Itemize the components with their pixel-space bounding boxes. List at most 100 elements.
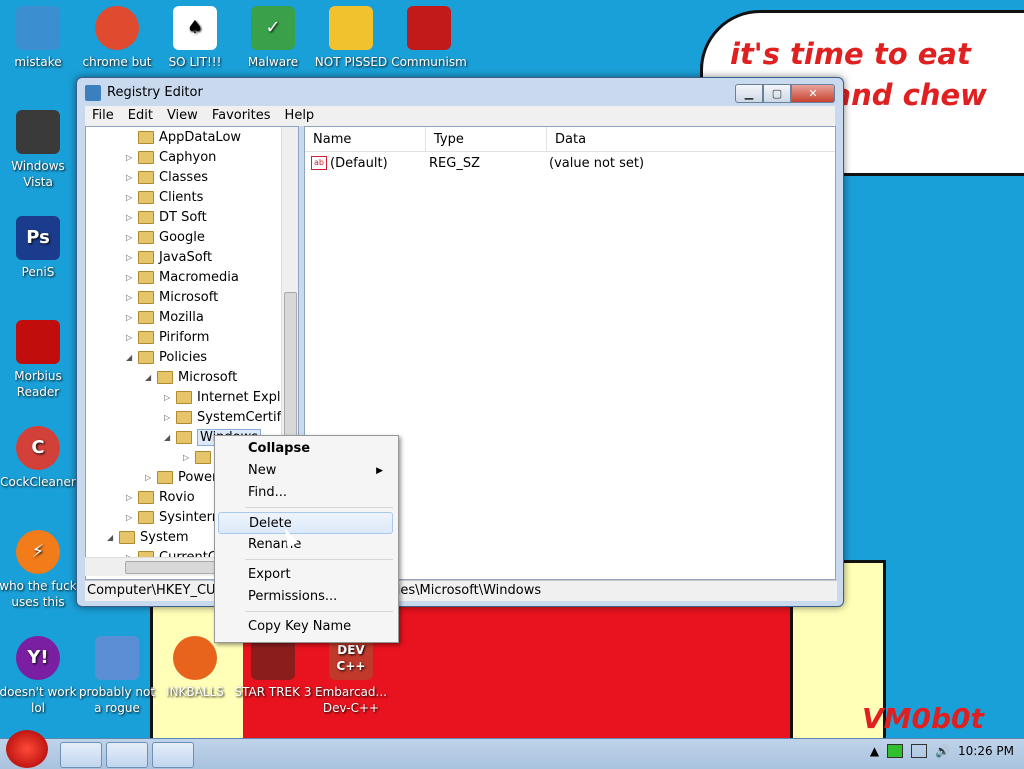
desktop-icon-solitaire[interactable]: ♠ SO LIT!!! [155,6,235,70]
maximize-button[interactable]: ▢ [763,84,791,103]
folder-icon [195,450,211,464]
tree-item[interactable]: ▷ Piriform [126,327,209,347]
tree-item[interactable]: ▷ Clients [126,187,203,207]
tree-item[interactable]: ▷ Classes [126,167,208,187]
shield-icon: ✓ [251,6,295,50]
menu-view[interactable]: View [160,106,205,126]
desktop-icon-star-trek[interactable]: STAR TREK 3 [233,636,313,700]
tree-item[interactable]: ▷ JavaSoft [126,247,212,267]
cleaner-icon: C [16,426,60,470]
menu-bar: File Edit View Favorites Help [85,106,835,126]
start-button[interactable] [6,730,48,768]
taskbar-button-app[interactable] [106,742,148,768]
desktop-icon-reader[interactable]: Morbius Reader [0,320,78,400]
cards-icon: ♠ [173,6,217,50]
tree-item[interactable]: ▷ Internet Explore [164,387,298,407]
menu-item-find[interactable]: Find... [218,482,393,504]
column-name[interactable]: Name [305,127,426,151]
tree-item[interactable]: ▷ Google [126,227,205,247]
folder-icon [138,490,154,504]
tree-item[interactable]: ▷ Power [145,467,217,487]
folder-icon [138,330,154,344]
desktop-icon-communism[interactable]: Communism [389,6,469,70]
desktop-icon-cleaner[interactable]: C CockCleaner [0,426,78,490]
tree-item[interactable]: ▷ Mozilla [126,307,204,327]
wallpaper-watermark: VM0b0t [862,702,984,735]
desktop-icon-recycle-bin[interactable]: Windows Vista [0,110,78,190]
tree-item[interactable]: ▷ DT Soft [126,207,207,227]
desktop-icon-mistake[interactable]: mistake [0,6,78,70]
desktop-icon-yahoo[interactable]: Y! doesn't work lol [0,636,78,716]
submenu-arrow-icon: ▶ [376,466,383,476]
folder-icon [176,410,192,424]
network-icon[interactable] [887,744,904,758]
menu-file[interactable]: File [85,106,121,126]
menu-item-new[interactable]: New ▶ [218,460,393,482]
menu-item-rename[interactable]: Rename [218,534,393,556]
mistake-icon [16,6,60,50]
desktop-icon-not-pissed[interactable]: NOT PISSED [311,6,391,70]
recycle-bin-icon [16,110,60,154]
tree-item[interactable]: AppDataLow [126,127,241,147]
desktop-icon-devcpp[interactable]: DEV C++ Embarcad... Dev-C++ [311,636,391,716]
column-data[interactable]: Data [547,127,833,151]
menu-item-export[interactable]: Export [218,564,393,586]
folder-icon [138,170,154,184]
desktop-icon-winamp[interactable]: ⚡ who the fuck uses this [0,530,78,610]
desktop-icon-malware[interactable]: ✓ Malware [233,6,313,70]
desktop-icon-photoshop[interactable]: Ps PeniS [0,216,78,280]
tree-item[interactable]: ◢ Policies [126,347,207,367]
clock[interactable]: 10:26 PM [958,744,1014,758]
close-button[interactable]: ✕ [791,84,835,103]
lightning-icon: ⚡ [16,530,60,574]
taskbar-button-regedit[interactable] [152,742,194,768]
folder-icon [138,230,154,244]
desktop-icon-chrome[interactable]: chrome but [77,6,157,70]
tree-item[interactable]: ▷ Macromedia [126,267,239,287]
folder-icon [138,310,154,324]
emblem-icon [407,6,451,50]
tree-item[interactable]: ◢ System [107,527,188,547]
status-bar-path: Computer\HKEY_CURRENT_USER\Software\Poli… [85,580,837,601]
registry-editor-window[interactable]: Registry Editor ▁ ▢ ✕ File Edit View Fav… [76,77,844,607]
desktop-icon-rogue[interactable]: probably not a rogue [77,636,157,716]
menu-separator [245,559,393,560]
column-type[interactable]: Type [426,127,547,151]
taskbar-button-explorer[interactable] [60,742,102,768]
folder-icon [138,150,154,164]
tree-item[interactable]: ◢ Microsoft [145,367,237,387]
tree-item[interactable]: ▷ SystemCertificat [164,407,298,427]
volume-icon[interactable]: 🔊 [935,744,950,758]
display-icon[interactable] [911,744,928,758]
tray-chevron-icon[interactable]: ▲ [870,744,879,758]
menu-item-collapse[interactable]: Collapse [218,438,393,460]
folder-icon [176,390,192,404]
folder-icon [138,510,154,524]
folder-icon [138,250,154,264]
photoshop-icon: Ps [16,216,60,260]
tree-item[interactable]: ▷ Microsoft [126,287,218,307]
folder-icon [138,270,154,284]
pig-icon [329,6,373,50]
menu-item-delete[interactable]: Delete [218,512,393,534]
list-row[interactable]: ab (Default) REG_SZ (value not set) [305,152,835,174]
desktop-icon-inkballs[interactable]: INKBALLS [155,636,235,700]
context-menu[interactable]: Collapse New ▶ Find... Delete Rename Expo… [214,435,399,643]
folder-icon [138,290,154,304]
folder-icon [138,350,154,364]
folder-icon [138,210,154,224]
menu-edit[interactable]: Edit [121,106,160,126]
minimize-button[interactable]: ▁ [735,84,763,103]
menu-help[interactable]: Help [278,106,322,126]
list-header: Name Type Data [305,127,835,152]
menu-item-permissions[interactable]: Permissions... [218,586,393,608]
menu-item-copy-key-name[interactable]: Copy Key Name [218,616,393,638]
chrome-icon [95,6,139,50]
tree-item[interactable]: ▷ Rovio [126,487,195,507]
tree-item[interactable]: ▷ Caphyon [126,147,216,167]
title-bar[interactable]: Registry Editor ▁ ▢ ✕ [77,78,843,106]
pdf-reader-icon [16,320,60,364]
menu-favorites[interactable]: Favorites [205,106,278,126]
folder-icon [176,430,192,444]
menu-separator [245,611,393,612]
